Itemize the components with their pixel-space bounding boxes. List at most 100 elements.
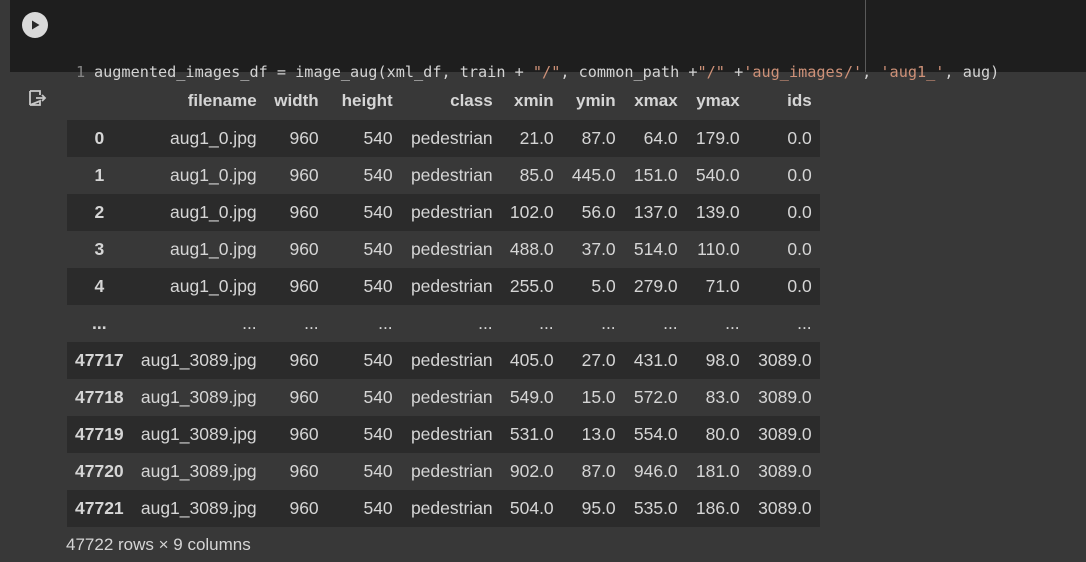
play-icon — [32, 20, 40, 30]
table-cell: 137.0 — [633, 202, 678, 222]
code-cell: 1 augmented_images_df = image_aug(xml_df… — [0, 0, 1086, 153]
table-cell: 0.0 — [787, 239, 812, 259]
table-row: 47719 aug1_3089.jpg 960 540 pedestrian 531.0 1… — [67, 416, 820, 453]
table-row: 1 aug1_0.jpg 960 540 pedestrian 85.0 445.0 151.… — [67, 157, 820, 194]
table-cell: aug1_3089.jpg — [140, 498, 257, 518]
table-cell: pedestrian — [410, 387, 493, 407]
table-cell: 540 — [363, 202, 393, 222]
table-cell: 71.0 — [705, 276, 740, 296]
code-text: augmented_images_df = image_aug(xml_df, … — [94, 63, 1000, 81]
table-cell: aug1_0.jpg — [170, 202, 257, 222]
table-cell: 0.0 — [787, 128, 812, 148]
column-header: ymin — [575, 91, 616, 110]
table-row: 2 aug1_0.jpg 960 540 pedestrian 102.0 56.0 137.… — [67, 194, 820, 231]
table-cell: ... — [539, 313, 554, 333]
table-row: .............................. — [67, 305, 820, 342]
table-cell: 405.0 — [509, 350, 554, 370]
table-cell: 960 — [289, 424, 319, 444]
table-cell: 554.0 — [633, 424, 678, 444]
table-cell: ... — [378, 313, 393, 333]
table-header-row: filename width height class xmin ymin xm… — [67, 82, 820, 120]
table-cell: 80.0 — [705, 424, 740, 444]
run-cell-button[interactable] — [22, 12, 48, 38]
table-cell: 960 — [289, 276, 319, 296]
table-cell: 960 — [289, 128, 319, 148]
table-row: 47717 aug1_3089.jpg 960 540 pedestrian 405.0 2… — [67, 342, 820, 379]
table-row: 47721 aug1_3089.jpg 960 540 pedestrian 504.0 9… — [67, 490, 820, 527]
table-cell: 83.0 — [705, 387, 740, 407]
table-cell: 3089.0 — [758, 350, 812, 370]
output-clear-icon[interactable] — [28, 88, 48, 108]
table-cell: ... — [601, 313, 616, 333]
table-cell: 95.0 — [581, 498, 616, 518]
table-cell: ... — [242, 313, 257, 333]
table-cell: 85.0 — [519, 165, 554, 185]
table-cell: aug1_3089.jpg — [140, 424, 257, 444]
table-cell: 0.0 — [787, 202, 812, 222]
table-cell: 960 — [289, 387, 319, 407]
row-index: 47721 — [75, 498, 124, 518]
column-header: xmax — [634, 91, 678, 110]
table-cell: ... — [725, 313, 740, 333]
table-cell: 0.0 — [787, 276, 812, 296]
column-header: width — [274, 91, 319, 110]
table-cell: 445.0 — [571, 165, 616, 185]
dataframe-table: filename width height class xmin ymin xm… — [67, 82, 820, 527]
table-cell: 139.0 — [695, 202, 740, 222]
row-index: 47719 — [75, 424, 124, 444]
table-cell: 540 — [363, 387, 393, 407]
table-cell: 535.0 — [633, 498, 678, 518]
table-cell: 186.0 — [695, 498, 740, 518]
table-cell: ... — [663, 313, 678, 333]
table-cell: 540 — [363, 239, 393, 259]
table-cell: pedestrian — [410, 276, 493, 296]
table-cell: pedestrian — [410, 128, 493, 148]
table-cell: 87.0 — [581, 461, 616, 481]
table-cell: 531.0 — [509, 424, 554, 444]
column-header: height — [341, 91, 393, 110]
row-index: 1 — [94, 165, 105, 185]
table-cell: pedestrian — [410, 498, 493, 518]
table-cell: pedestrian — [410, 165, 493, 185]
table-cell: 255.0 — [509, 276, 554, 296]
table-cell: ... — [797, 313, 812, 333]
table-row: 47718 aug1_3089.jpg 960 540 pedestrian 549.0 1… — [67, 379, 820, 416]
table-cell: 64.0 — [643, 128, 678, 148]
table-row: 4 aug1_0.jpg 960 540 pedestrian 255.0 5.0 279.0… — [67, 268, 820, 305]
table-cell: 102.0 — [509, 202, 554, 222]
table-cell: 540.0 — [695, 165, 740, 185]
table-cell: 15.0 — [581, 387, 616, 407]
line-number: 1 — [76, 63, 86, 81]
table-cell: 540 — [363, 498, 393, 518]
column-header: filename — [187, 91, 257, 110]
table-cell: 514.0 — [633, 239, 678, 259]
code-line-1: 1 augmented_images_df = image_aug(xml_df… — [76, 60, 999, 84]
table-cell: 37.0 — [581, 239, 616, 259]
table-cell: 540 — [363, 128, 393, 148]
table-cell: 27.0 — [581, 350, 616, 370]
table-cell: 0.0 — [787, 165, 812, 185]
table-row: 3 aug1_0.jpg 960 540 pedestrian 488.0 37.0 514.… — [67, 231, 820, 268]
table-cell: 960 — [289, 239, 319, 259]
row-index: 2 — [94, 202, 105, 222]
column-header — [67, 82, 132, 120]
table-cell: aug1_0.jpg — [170, 128, 257, 148]
table-cell: 960 — [289, 350, 319, 370]
table-cell: ... — [478, 313, 493, 333]
ruler-line — [865, 0, 866, 72]
notebook-cell: 1 augmented_images_df = image_aug(xml_df… — [0, 0, 1086, 562]
table-cell: 540 — [363, 165, 393, 185]
row-index: 3 — [94, 239, 105, 259]
row-index: 4 — [94, 276, 105, 296]
table-cell: 3089.0 — [758, 424, 812, 444]
table-cell: 110.0 — [697, 239, 740, 259]
table-cell: 549.0 — [509, 387, 554, 407]
table-cell: 960 — [289, 461, 319, 481]
dataframe-shape: 47722 rows × 9 columns — [66, 535, 251, 554]
table-cell: 504.0 — [509, 498, 554, 518]
table-cell: 3089.0 — [758, 387, 812, 407]
table-cell: 181.0 — [695, 461, 740, 481]
table-cell: aug1_0.jpg — [170, 276, 257, 296]
row-index: 47717 — [75, 350, 124, 370]
table-row: 47720 aug1_3089.jpg 960 540 pedestrian 902.0 8… — [67, 453, 820, 490]
